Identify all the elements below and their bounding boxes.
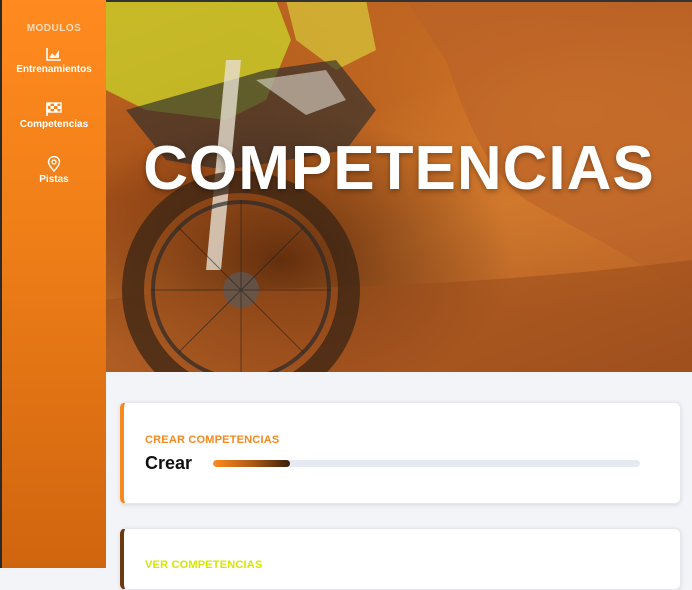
progress-fill: [213, 460, 290, 467]
card-title: Crear: [145, 453, 193, 473]
page-title: COMPETENCIAS: [143, 134, 655, 203]
hero-banner: COMPETENCIAS: [106, 0, 692, 372]
sidebar-item-competencias[interactable]: Competencias: [2, 101, 106, 130]
hero-top-border: [106, 0, 692, 2]
card-kicker: VER COMPETENCIAS: [145, 559, 263, 571]
card-kicker: CREAR COMPETENCIAS: [145, 434, 280, 446]
crear-competencias-card[interactable]: CREAR COMPETENCIAS Crear: [120, 402, 681, 504]
sidebar-item-label: Pistas: [39, 174, 69, 185]
sidebar-heading: MODULOS: [26, 23, 82, 34]
checkered-flag-icon: [46, 102, 62, 116]
map-pin-icon: [47, 156, 61, 172]
sidebar-item-pistas[interactable]: Pistas: [2, 156, 106, 185]
chart-icon: [46, 48, 61, 61]
sidebar-item-label: Entrenamientos: [16, 64, 92, 75]
progress-track: [213, 460, 640, 467]
ver-competencias-card[interactable]: VER COMPETENCIAS: [120, 528, 681, 590]
sidebar-item-entrenamientos[interactable]: Entrenamientos: [2, 46, 106, 75]
sidebar: MODULOS Entrenamientos Competencias Pist…: [2, 0, 106, 568]
sidebar-item-label: Competencias: [19, 119, 89, 130]
